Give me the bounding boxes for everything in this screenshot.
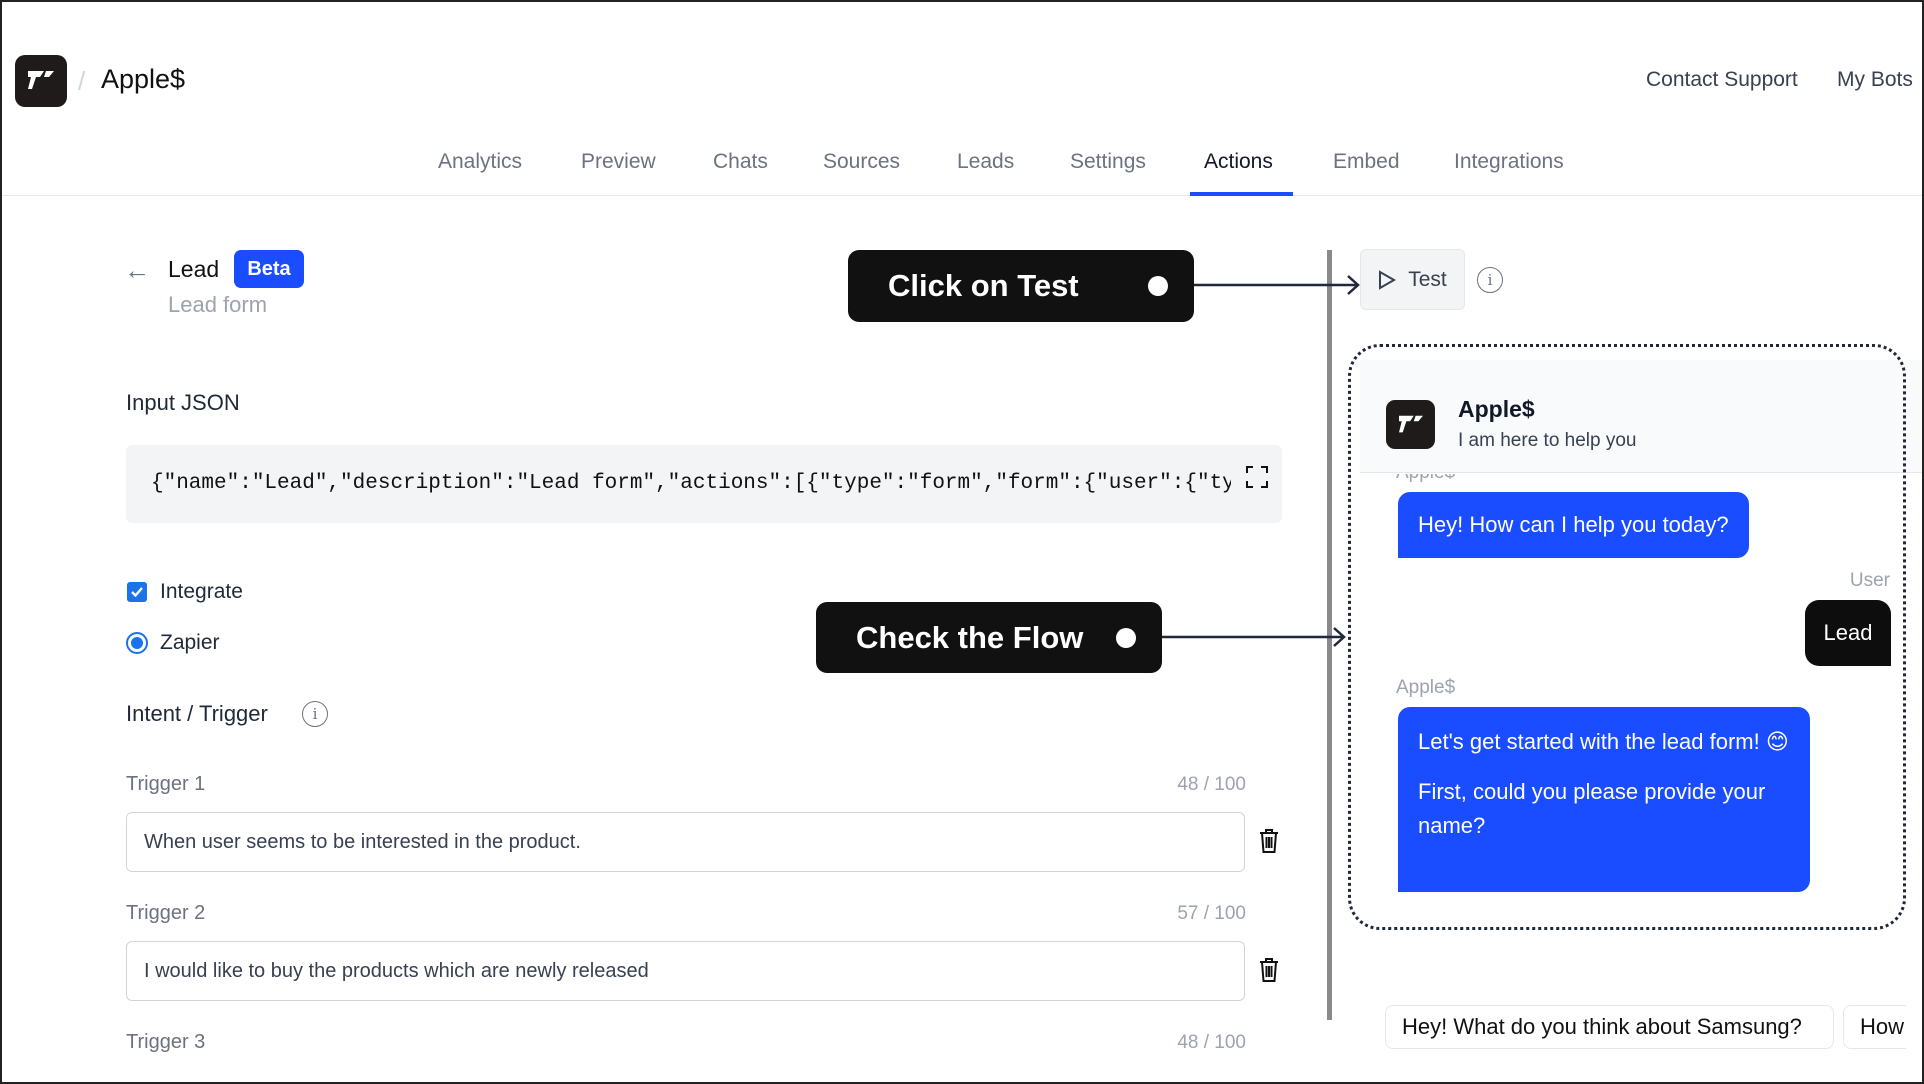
callout-text: Check the Flow xyxy=(856,619,1084,655)
tab-actions[interactable]: Actions xyxy=(1204,150,1273,174)
callout-check-the-flow: Check the Flow xyxy=(816,602,1162,673)
logo-icon xyxy=(28,71,54,89)
contact-support-link[interactable]: Contact Support xyxy=(1646,68,1798,92)
json-input-value[interactable]: {"name":"Lead","description":"Lead form"… xyxy=(151,472,1231,495)
tab-embed[interactable]: Embed xyxy=(1333,150,1400,174)
trash-icon[interactable] xyxy=(1258,828,1280,854)
callout-click-on-test: Click on Test xyxy=(848,250,1194,322)
tab-analytics[interactable]: Analytics xyxy=(438,150,522,174)
expand-icon[interactable] xyxy=(1245,465,1269,489)
arrow-to-chat xyxy=(1162,627,1346,647)
suggestions-row: Hey! What do you think about Samsung? Ho… xyxy=(1380,1000,1906,1056)
tab-settings[interactable]: Settings xyxy=(1070,150,1146,174)
app-logo[interactable] xyxy=(15,55,67,107)
header-divider xyxy=(2,195,1922,196)
back-arrow-icon[interactable]: ← xyxy=(124,255,150,286)
callout-dot xyxy=(1148,276,1168,296)
play-icon xyxy=(1379,269,1397,290)
tab-sources[interactable]: Sources xyxy=(823,150,900,174)
callout-text: Click on Test xyxy=(888,268,1079,303)
checkmark-icon xyxy=(131,587,143,598)
app-title: Apple$ xyxy=(101,64,186,94)
trigger-1-count: 48 / 100 xyxy=(1177,774,1246,795)
trash-icon[interactable] xyxy=(1258,957,1280,983)
suggestion-chip[interactable]: Hey! What do you think about Samsung? xyxy=(1385,1005,1834,1049)
active-tab-indicator xyxy=(1190,192,1293,196)
action-title: Lead xyxy=(168,256,220,282)
test-button-label: Test xyxy=(1408,267,1447,291)
action-subtitle: Lead form xyxy=(168,292,268,317)
test-button[interactable]: Test xyxy=(1360,249,1465,310)
intent-trigger-label: Intent / Trigger xyxy=(126,701,268,726)
info-icon[interactable]: i xyxy=(302,701,328,727)
test-info-icon[interactable]: i xyxy=(1477,267,1503,293)
tab-preview[interactable]: Preview xyxy=(581,150,656,174)
breadcrumb-separator: / xyxy=(78,66,86,96)
trigger-3-label: Trigger 3 xyxy=(126,1031,206,1053)
trigger-1-input[interactable] xyxy=(126,812,1245,872)
input-json-label: Input JSON xyxy=(126,390,240,415)
tab-integrations[interactable]: Integrations xyxy=(1454,150,1564,174)
integrate-label: Integrate xyxy=(160,580,243,603)
zapier-label: Zapier xyxy=(160,631,220,654)
chat-highlight-box xyxy=(1348,344,1906,930)
suggestion-chip[interactable]: How xyxy=(1843,1005,1906,1049)
integrate-checkbox[interactable] xyxy=(127,582,147,602)
trigger-1-label: Trigger 1 xyxy=(126,773,206,795)
my-bots-link[interactable]: My Bots xyxy=(1837,68,1913,92)
callout-dot xyxy=(1116,627,1136,648)
trigger-2-label: Trigger 2 xyxy=(126,902,206,924)
tab-leads[interactable]: Leads xyxy=(957,150,1014,174)
arrow-to-test xyxy=(1194,275,1360,295)
trigger-2-count: 57 / 100 xyxy=(1177,903,1246,924)
trigger-3-count: 48 / 100 xyxy=(1177,1032,1246,1053)
tab-chats[interactable]: Chats xyxy=(713,150,768,174)
trigger-2-input[interactable] xyxy=(126,941,1245,1001)
zapier-radio[interactable] xyxy=(126,632,148,654)
beta-badge: Beta xyxy=(234,250,304,288)
